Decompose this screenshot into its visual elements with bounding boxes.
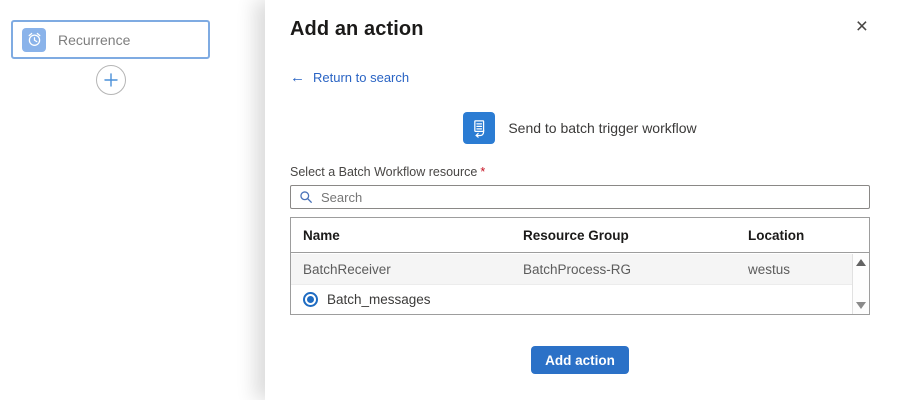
cell-resource-group: BatchProcess-RG xyxy=(523,262,748,277)
return-to-search-link[interactable]: ← Return to search xyxy=(290,70,409,85)
column-header-name: Name xyxy=(303,228,523,243)
scroll-down-icon[interactable] xyxy=(856,302,866,309)
column-header-location: Location xyxy=(748,228,869,243)
trigger-card-label: Recurrence xyxy=(58,32,130,48)
add-action-button[interactable]: Add action xyxy=(531,346,629,374)
resource-field-label: Select a Batch Workflow resource* xyxy=(290,165,870,179)
required-marker: * xyxy=(480,165,485,179)
logic-apps-designer: Recurrence Add an action × ← Return to s… xyxy=(0,0,900,400)
operation-header: Send to batch trigger workflow xyxy=(290,112,870,144)
add-action-panel: Add an action × ← Return to search Send … xyxy=(265,0,900,400)
add-step-button[interactable] xyxy=(96,65,126,95)
batch-workflow-icon xyxy=(463,112,495,144)
table-header-row: Name Resource Group Location xyxy=(291,218,869,253)
scroll-up-icon[interactable] xyxy=(856,259,866,266)
return-link-label: Return to search xyxy=(313,70,409,85)
table-scrollbar[interactable] xyxy=(852,254,869,314)
resource-field-label-text: Select a Batch Workflow resource xyxy=(290,165,477,179)
resource-table: Name Resource Group Location BatchReceiv… xyxy=(290,217,870,315)
column-header-resource-group: Resource Group xyxy=(523,228,748,243)
panel-header: Add an action × xyxy=(290,18,870,41)
panel-footer: Add action xyxy=(290,346,870,374)
cell-name: Batch_messages xyxy=(327,292,431,307)
panel-title: Add an action xyxy=(290,18,424,41)
trigger-card-recurrence[interactable]: Recurrence xyxy=(11,20,210,59)
cell-name: BatchReceiver xyxy=(303,262,523,277)
back-arrow-icon: ← xyxy=(290,71,305,84)
search-icon xyxy=(299,190,313,204)
workflow-canvas: Recurrence xyxy=(0,0,265,400)
search-input[interactable] xyxy=(321,190,861,205)
table-body: BatchReceiver BatchProcess-RG westus Bat… xyxy=(291,254,852,314)
resource-search-box xyxy=(290,185,870,209)
radio-selected-icon[interactable] xyxy=(303,292,318,307)
close-icon[interactable]: × xyxy=(854,18,870,36)
operation-label: Send to batch trigger workflow xyxy=(508,120,696,136)
table-row-batch-messages[interactable]: Batch_messages xyxy=(291,285,852,313)
table-row-batchreceiver[interactable]: BatchReceiver BatchProcess-RG westus xyxy=(291,254,852,285)
alarm-clock-icon xyxy=(22,28,46,52)
cell-location: westus xyxy=(748,262,852,277)
plus-icon xyxy=(103,72,119,88)
